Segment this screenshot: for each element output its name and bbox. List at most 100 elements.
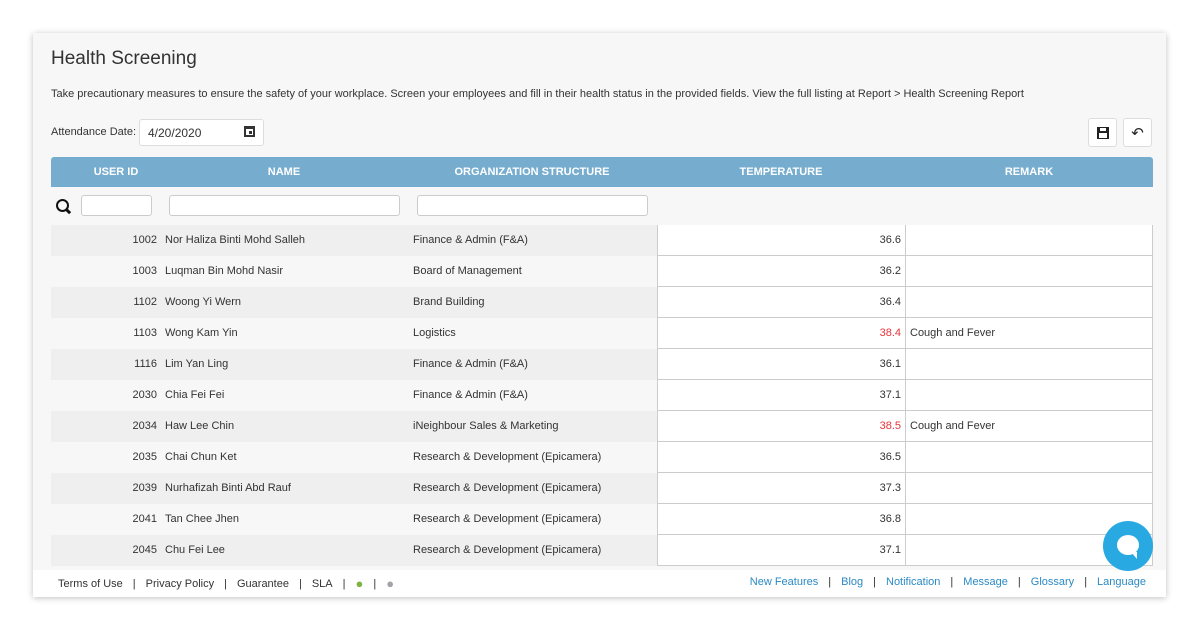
separator: | [132, 577, 136, 590]
organization: Logistics [413, 327, 456, 339]
organization: iNeighbour Sales & Marketing [413, 420, 559, 432]
separator: | [950, 576, 954, 588]
temperature-input[interactable]: 38.5 [657, 411, 905, 442]
save-icon [1096, 126, 1109, 139]
separator: | [828, 576, 832, 588]
attendance-date-value: 4/20/2020 [148, 126, 202, 140]
remark-input[interactable] [905, 225, 1153, 256]
temperature-input[interactable]: 36.6 [657, 225, 905, 256]
column-organization[interactable]: ORGANIZATION STRUCTURE [387, 166, 677, 178]
table-row: 2034 Haw Lee Chin iNeighbour Sales & Mar… [51, 411, 1153, 442]
organization: Brand Building [413, 296, 485, 308]
undo-icon: ↶ [1131, 124, 1144, 142]
temperature-input[interactable]: 36.5 [657, 442, 905, 473]
footer-link[interactable]: Terms of Use [58, 578, 123, 590]
table-row: 1103 Wong Kam Yin Logistics 38.4 Cough a… [51, 318, 1153, 349]
separator: | [298, 577, 302, 590]
remark-input[interactable] [905, 349, 1153, 380]
table-row: 2039 Nurhafizah Binti Abd Rauf Research … [51, 473, 1153, 504]
row-info: 2030 Chia Fei Fei Finance & Admin (F&A) [51, 380, 657, 411]
user-id: 2039 [132, 482, 157, 494]
organization: Finance & Admin (F&A) [413, 358, 528, 370]
employee-name: Chia Fei Fei [165, 389, 225, 401]
undo-button[interactable]: ↶ [1123, 118, 1152, 147]
organization: Research & Development (Epicamera) [413, 544, 602, 556]
temperature-input[interactable]: 36.4 [657, 287, 905, 318]
calendar-icon[interactable] [244, 126, 255, 137]
chat-icon [1117, 535, 1139, 559]
chat-button[interactable] [1103, 521, 1153, 571]
table-row: 1116 Lim Yan Ling Finance & Admin (F&A) … [51, 349, 1153, 380]
footer-link[interactable]: Glossary [1031, 576, 1074, 588]
user-id: 2045 [132, 544, 157, 556]
temperature-input[interactable]: 37.1 [657, 380, 905, 411]
row-info: 2034 Haw Lee Chin iNeighbour Sales & Mar… [51, 411, 657, 442]
column-name[interactable]: NAME [181, 166, 387, 178]
organization: Finance & Admin (F&A) [413, 389, 528, 401]
footer-link[interactable]: Blog [841, 576, 863, 588]
user-id: 2030 [132, 389, 157, 401]
separator: | [873, 576, 876, 588]
column-temperature[interactable]: TEMPERATURE [657, 166, 905, 178]
footer-link[interactable]: Privacy Policy [146, 578, 214, 590]
table-row: 1003 Luqman Bin Mohd Nasir Board of Mana… [51, 256, 1153, 287]
column-user-id[interactable]: USER ID [51, 166, 181, 178]
user-id: 2035 [132, 451, 157, 463]
apple-icon[interactable]: ● [386, 576, 394, 591]
temperature-input[interactable]: 38.4 [657, 318, 905, 349]
row-info: 2035 Chai Chun Ket Research & Developmen… [51, 442, 657, 473]
table-row: 1102 Woong Yi Wern Brand Building 36.4 [51, 287, 1153, 318]
organization-filter[interactable] [417, 195, 648, 216]
attendance-date-input[interactable]: 4/20/2020 [139, 119, 264, 146]
employee-name: Nor Haliza Binti Mohd Salleh [165, 234, 306, 246]
remark-input[interactable] [905, 287, 1153, 318]
row-info: 1102 Woong Yi Wern Brand Building [51, 287, 657, 318]
table-row: 2045 Chu Fei Lee Research & Development … [51, 535, 1153, 566]
organization: Board of Management [413, 265, 522, 277]
attendance-date-label: Attendance Date: [51, 126, 137, 138]
temperature-input[interactable]: 36.2 [657, 256, 905, 287]
remark-input[interactable]: Cough and Fever [905, 411, 1153, 442]
user-id: 2041 [132, 513, 157, 525]
table-row: 2035 Chai Chun Ket Research & Developmen… [51, 442, 1153, 473]
user-id: 1002 [132, 234, 157, 246]
user-id: 1103 [133, 327, 157, 339]
remark-input[interactable] [905, 442, 1153, 473]
health-screening-panel: Health Screening Take precautionary meas… [33, 33, 1166, 597]
temperature-input[interactable]: 36.8 [657, 504, 905, 535]
employee-name: Chu Fei Lee [165, 544, 225, 556]
temperature-input[interactable]: 37.3 [657, 473, 905, 504]
android-icon[interactable]: ● [355, 576, 363, 591]
employee-name: Woong Yi Wern [165, 296, 242, 308]
organization: Research & Development (Epicamera) [413, 451, 602, 463]
temperature-input[interactable]: 37.1 [657, 535, 905, 566]
save-button[interactable] [1088, 118, 1117, 147]
footer-link[interactable]: Message [963, 576, 1008, 588]
footer-link[interactable]: Language [1097, 576, 1146, 588]
row-info: 2045 Chu Fei Lee Research & Development … [51, 535, 657, 566]
row-info: 1003 Luqman Bin Mohd Nasir Board of Mana… [51, 256, 657, 287]
employee-name: Nurhafizah Binti Abd Rauf [165, 482, 291, 494]
separator: | [224, 577, 227, 590]
employee-name: Chai Chun Ket [165, 451, 237, 463]
user-id: 2034 [132, 420, 157, 432]
footer-link[interactable]: New Features [750, 576, 818, 588]
user-id-filter[interactable] [81, 195, 152, 216]
footer-link[interactable]: Guarantee [237, 578, 289, 590]
user-id: 1003 [132, 265, 157, 277]
remark-input[interactable] [905, 380, 1153, 411]
footer-link[interactable]: Notification [886, 576, 940, 588]
table-header: USER ID NAME ORGANIZATION STRUCTURE TEMP… [51, 157, 1153, 187]
remark-input[interactable] [905, 473, 1153, 504]
name-filter[interactable] [169, 195, 400, 216]
footer-link[interactable]: SLA [312, 578, 333, 590]
employee-name: Luqman Bin Mohd Nasir [165, 265, 284, 277]
remark-input[interactable] [905, 256, 1153, 287]
table-body: 1002 Nor Haliza Binti Mohd Salleh Financ… [51, 225, 1153, 566]
column-remark[interactable]: REMARK [905, 166, 1153, 178]
remark-input[interactable]: Cough and Fever [905, 318, 1153, 349]
filter-row [51, 187, 1153, 225]
temperature-input[interactable]: 36.1 [657, 349, 905, 380]
user-id: 1116 [134, 358, 157, 370]
search-icon [56, 199, 69, 212]
